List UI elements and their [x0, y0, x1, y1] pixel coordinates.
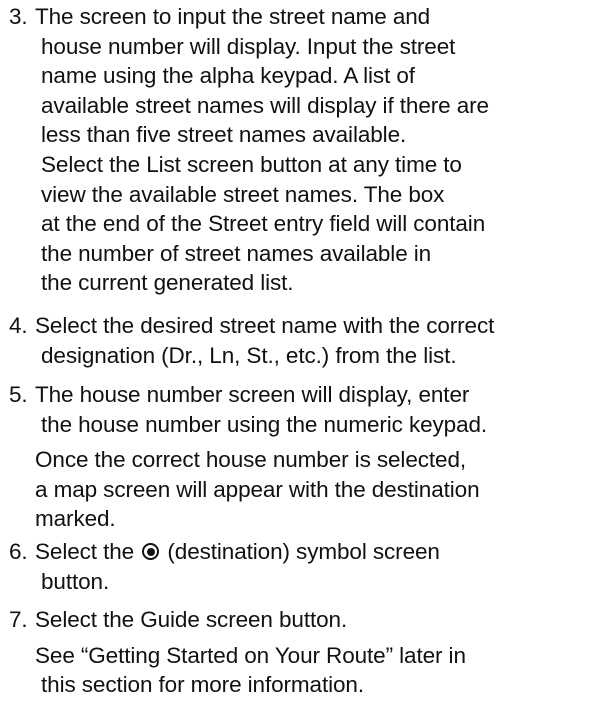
- step-text: The house number screen will display, en…: [35, 380, 607, 534]
- destination-target-icon: [142, 543, 160, 560]
- text-line: Once the correct house number is selecte…: [35, 447, 467, 473]
- text-line: the house number using the numeric keypa…: [41, 411, 488, 437]
- text-line: a map screen will appear with the destin…: [35, 476, 480, 502]
- step-number: 7.: [9, 607, 28, 632]
- text-line: less than five street names available.: [41, 122, 407, 148]
- step-number: 5.: [9, 382, 28, 407]
- step-text: The screen to input the street name and …: [35, 2, 607, 298]
- step-text: Select the Guide screen button. See “Get…: [35, 605, 607, 700]
- text-line: name using the alpha keypad. A list of: [41, 63, 415, 89]
- text-line: The screen to input the street name and: [35, 4, 431, 29]
- text-line: Select the List screen button at any tim…: [41, 151, 462, 177]
- text-line: Select the Guide screen button.: [35, 607, 348, 632]
- step-number: 6.: [9, 539, 28, 564]
- step-note: See “Getting Started on Your Route” late…: [35, 641, 607, 700]
- text-fragment: Select the: [35, 539, 135, 564]
- manual-page: 3. The screen to input the street name a…: [0, 0, 609, 704]
- step-text: Select the (destination) symbol screen b…: [35, 537, 607, 596]
- text-line: See “Getting Started on Your Route” late…: [35, 642, 466, 668]
- text-line: available street names will display if t…: [41, 92, 489, 118]
- step-number: 4.: [9, 313, 28, 338]
- step-7: 7. Select the Guide screen button. See “…: [9, 605, 607, 700]
- step-note: Once the correct house number is selecte…: [35, 445, 607, 534]
- text-line: the current generated list.: [41, 270, 294, 296]
- text-fragment: (destination) symbol screen: [167, 539, 440, 564]
- step-4: 4. Select the desired street name with t…: [9, 311, 607, 370]
- step-6: 6. Select the (destination) symbol scree…: [9, 537, 607, 596]
- text-line: view the available street names. The box: [41, 181, 445, 207]
- text-line: designation (Dr., Ln, St., etc.) from th…: [41, 342, 457, 368]
- text-line: Select the (destination) symbol screen: [35, 537, 607, 567]
- text-line: the number of street names available in: [41, 240, 432, 266]
- text-line: Select the desired street name with the …: [35, 313, 495, 338]
- text-line: at the end of the Street entry field wil…: [41, 211, 486, 237]
- step-number: 3.: [9, 4, 28, 29]
- step-text: Select the desired street name with the …: [35, 311, 607, 370]
- text-line: button.: [41, 568, 110, 594]
- text-line: The house number screen will display, en…: [35, 382, 470, 407]
- text-line: house number will display. Input the str…: [41, 33, 456, 59]
- text-line: marked.: [35, 506, 116, 532]
- text-line: this section for more information.: [41, 672, 364, 698]
- step-5: 5. The house number screen will display,…: [9, 380, 607, 534]
- step-3: 3. The screen to input the street name a…: [9, 2, 607, 298]
